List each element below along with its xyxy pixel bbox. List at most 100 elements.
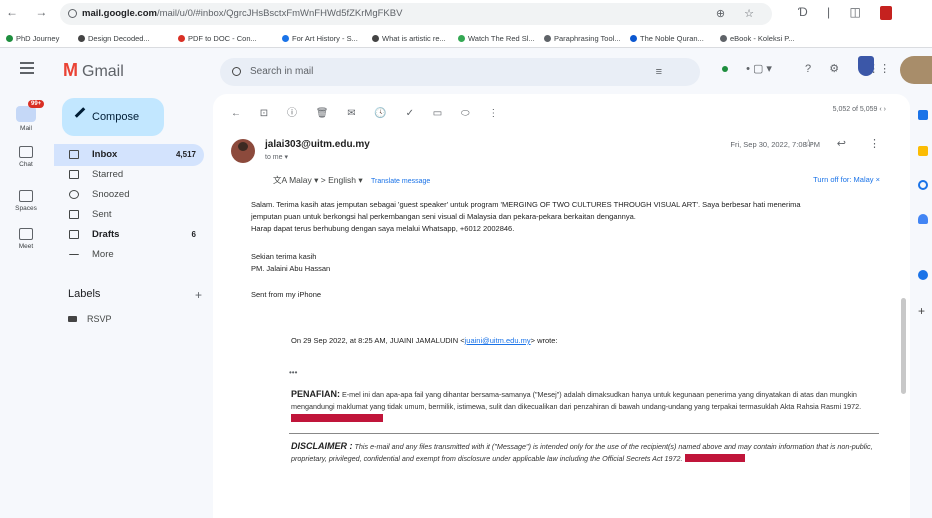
sidebar-item-sent[interactable]: Sent [54, 204, 204, 226]
sidebar-item-snoozed[interactable]: Snoozed [54, 184, 204, 206]
penafian-title: PENAFIAN: [291, 389, 340, 399]
body-line: Sekian terima kasih [251, 252, 317, 261]
organization-logo[interactable] [858, 56, 874, 76]
site-info-icon[interactable] [68, 9, 77, 18]
arrow-right-icon: > [320, 175, 326, 185]
calendar-icon[interactable] [918, 110, 928, 120]
inbox-icon [69, 150, 79, 159]
label-rsvp[interactable]: RSVP [68, 314, 112, 324]
message-toolbar: ← ⊡ ⓘ 🗑 ✉ 🕓 ✓ ▭ ⬭ ⋮ [231, 104, 514, 119]
scrollbar[interactable] [901, 298, 906, 394]
tasks-icon[interactable] [918, 180, 928, 190]
header-actions: • ▢ ▾ ? ⚙ ⋮⋮⋮ [722, 62, 905, 75]
status-dot-icon [722, 66, 728, 72]
redaction-bar [291, 414, 383, 422]
status-indicator[interactable]: • ▢ ▾ [722, 62, 787, 75]
bookmark-item[interactable]: Paraphrasing Tool... [544, 34, 621, 43]
bookmark-item[interactable]: PhD Journey [6, 34, 59, 43]
add-addon-icon[interactable]: + [918, 304, 928, 318]
bookmarks-bar: PhD Journey Design Decoded... PDF to DOC… [0, 30, 932, 48]
target-language-select[interactable]: English ▾ [328, 175, 363, 185]
source-language-select[interactable]: Malay ▾ [289, 175, 318, 185]
body-line: Salam. Terima kasih atas jemputan sebaga… [251, 200, 801, 209]
disclaimer-title: DISCLAIMER : [291, 441, 353, 451]
add-task-icon[interactable]: ✓ [406, 108, 414, 119]
extension-icons[interactable]: Ɗ | ◫ [798, 5, 869, 19]
rail-meet[interactable]: Meet [0, 228, 52, 250]
report-spam-icon[interactable]: ⓘ [287, 104, 297, 119]
compose-button[interactable]: Compose [62, 98, 164, 136]
bookmark-item[interactable]: Design Decoded... [78, 34, 150, 43]
search-options-icon[interactable]: ≡ [656, 58, 662, 86]
sidebar-item-drafts[interactable]: Drafts 6 [54, 224, 204, 246]
snooze-icon[interactable]: 🕓 [374, 108, 386, 119]
clock-icon [69, 190, 79, 199]
addon-icon[interactable] [918, 270, 928, 280]
url-path: /mail/u/0/#inbox/QgrcJHsBsctxFmWnFHWd5fZ… [156, 8, 403, 19]
rail-mail[interactable]: Mail [0, 106, 52, 132]
pagination[interactable]: 5,052 of 5,059 ‹ › [833, 106, 886, 113]
browser-toolbar: ← → C mail.google.com/mail/u/0/#inbox/Qg… [0, 0, 932, 30]
search-input[interactable]: Search in mail ≡ [220, 58, 700, 86]
message-actions[interactable]: ☆ ↩ ⋮ [804, 137, 890, 150]
bookmark-item[interactable]: The Noble Quran... [630, 34, 704, 43]
main-menu-icon[interactable] [20, 62, 34, 74]
bookmark-item[interactable]: For Art History - S... [282, 34, 358, 43]
sender-avatar[interactable] [231, 139, 255, 163]
bookmark-star-icon[interactable]: ⊕ ☆ [716, 3, 762, 25]
redaction-bar [684, 454, 745, 462]
show-trimmed-content-button[interactable]: ••• [289, 368, 297, 377]
keep-icon[interactable] [918, 146, 928, 156]
meet-icon [19, 228, 33, 240]
sidebar-item-inbox[interactable]: Inbox 4,517 [54, 144, 204, 166]
url-host: mail.google.com [82, 8, 157, 19]
back-icon[interactable]: ← [231, 108, 241, 119]
rail-spaces[interactable]: Spaces [0, 190, 52, 212]
body-line: Sent from my iPhone [251, 290, 322, 299]
disclaimer-block: DISCLAIMER : This e-mail and any files t… [291, 441, 873, 463]
drafts-count: 6 [191, 230, 196, 239]
unread-badge: 99+ [28, 100, 45, 108]
divider [289, 433, 879, 434]
turn-off-translation-link[interactable]: Turn off for: Malay × [813, 175, 880, 184]
move-to-icon[interactable]: ▭ [433, 108, 442, 119]
more-options-icon[interactable]: ⋮ [488, 108, 498, 119]
bookmark-item[interactable]: What is artistic re... [372, 34, 446, 43]
bookmark-item[interactable]: eBook - Koleksi P... [720, 34, 794, 43]
bookmark-item[interactable]: PDF to DOC - Con... [178, 34, 257, 43]
archive-icon[interactable]: ⊡ [260, 108, 268, 119]
gmail-logo[interactable]: M Gmail [63, 60, 124, 81]
translate-message-link[interactable]: Translate message [371, 178, 430, 185]
recipient-details[interactable]: to me ▾ [265, 153, 288, 161]
draft-icon [69, 230, 79, 239]
mark-unread-icon[interactable]: ✉ [347, 108, 355, 119]
browser-actions[interactable]: Ɗ | ◫ [798, 5, 893, 20]
body-line: PM. Jalaini Abu Hassan [251, 264, 331, 273]
delete-icon[interactable]: 🗑 [316, 108, 329, 119]
sidebar-item-more[interactable]: More [54, 244, 204, 266]
contacts-icon[interactable] [918, 214, 928, 224]
settings-icon[interactable]: ⚙ [829, 62, 839, 75]
translate-bar: 文A Malay ▾ > English ▾ Translate message [273, 174, 430, 186]
add-label-button[interactable]: + [195, 288, 202, 302]
rail-chat[interactable]: Chat [0, 146, 52, 168]
sidebar-item-starred[interactable]: Starred [54, 164, 204, 186]
chat-icon [19, 146, 33, 158]
penafian-block: PENAFIAN: E-mel ini dan apa-apa fail yan… [291, 388, 876, 425]
bookmark-item[interactable]: Watch The Red Sl... [458, 34, 535, 43]
sender-email[interactable]: jalai303@uitm.edu.my [265, 139, 370, 150]
body-line: jemputan puan untuk berkongsi hal perkem… [251, 212, 636, 221]
mail-icon [16, 106, 36, 122]
label-as-icon[interactable]: ⬭ [461, 108, 470, 119]
message-panel: ← ⊡ ⓘ 🗑 ✉ 🕓 ✓ ▭ ⬭ ⋮ 5,052 of 5,059 ‹ › j… [213, 94, 910, 518]
body-line: Harap dapat terus berhubung dengan saya … [251, 224, 515, 233]
address-bar[interactable]: mail.google.com/mail/u/0/#inbox/QgrcJHsB… [60, 3, 772, 25]
help-icon[interactable]: ? [805, 63, 811, 75]
profile-icon[interactable] [880, 5, 893, 20]
gmail-m-icon: M [63, 60, 78, 80]
avatar[interactable] [900, 56, 932, 84]
quoted-email-link[interactable]: juaini@uitm.edu.my [465, 336, 531, 345]
chevron-down-icon [69, 250, 79, 255]
pencil-icon [74, 107, 86, 118]
search-icon[interactable] [232, 67, 241, 76]
